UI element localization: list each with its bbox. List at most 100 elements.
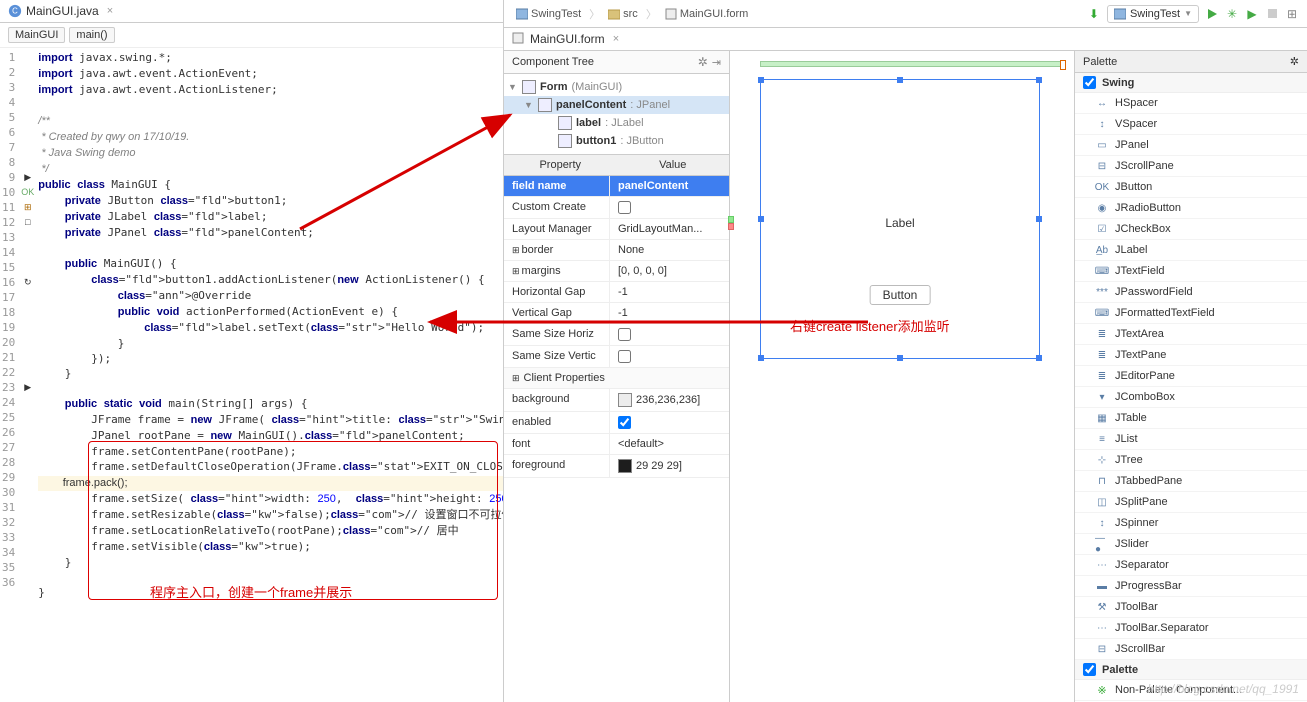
- prop-checkbox[interactable]: [618, 201, 631, 214]
- palette-item[interactable]: ▭ JPanel: [1075, 135, 1307, 156]
- prop-field-name[interactable]: field namepanelContent: [504, 176, 729, 197]
- form-bounds[interactable]: [760, 61, 1064, 67]
- run-icon[interactable]: [1205, 7, 1219, 21]
- slider-icon: —●: [1095, 537, 1109, 551]
- tree-row[interactable]: button1 : JButton: [504, 132, 729, 150]
- palette-item[interactable]: ⊟ JScrollBar: [1075, 639, 1307, 660]
- palette-group-palette[interactable]: Palette: [1075, 660, 1307, 680]
- crumb-src[interactable]: src: [604, 7, 642, 21]
- palette-item[interactable]: ☑ JCheckBox: [1075, 219, 1307, 240]
- palette-item[interactable]: ▦ JTable: [1075, 408, 1307, 429]
- palette-item[interactable]: ⌨ JTextField: [1075, 261, 1307, 282]
- text-icon: ⌨: [1095, 306, 1109, 320]
- close-icon[interactable]: ×: [613, 33, 619, 45]
- crumb-file[interactable]: MainGUI.form: [661, 7, 752, 21]
- chevron-icon[interactable]: ▼: [524, 100, 534, 110]
- code-area[interactable]: import javax.swing.*; import java.awt.ev…: [34, 48, 503, 702]
- design-button[interactable]: Button: [870, 285, 931, 305]
- tree-row[interactable]: label : JLabel: [504, 114, 729, 132]
- list-icon: ≡: [1095, 432, 1109, 446]
- structure-icon[interactable]: ⊞: [1285, 7, 1299, 21]
- prop-row[interactable]: Custom Create: [504, 197, 729, 219]
- form-canvas[interactable]: Label Button 右键create listener添加监听: [730, 51, 1075, 702]
- breadcrumb-class[interactable]: MainGUI: [8, 27, 65, 43]
- palette-item[interactable]: ▬ JProgressBar: [1075, 576, 1307, 597]
- palette-item[interactable]: ↕ JSpinner: [1075, 513, 1307, 534]
- properties-table[interactable]: Property Value field namepanelContentCus…: [504, 154, 729, 702]
- tree-row[interactable]: ▼ panelContent : JPanel: [504, 96, 729, 114]
- palette-item[interactable]: ⊓ JTabbedPane: [1075, 471, 1307, 492]
- resize-handle[interactable]: [1060, 60, 1066, 70]
- check-icon: ☑: [1095, 222, 1109, 236]
- swing-group-check[interactable]: [1083, 76, 1096, 89]
- crumb-project[interactable]: SwingTest: [512, 7, 585, 21]
- prop-row[interactable]: Layout ManagerGridLayoutMan...: [504, 219, 729, 240]
- line-gutter: 1 2 3 4 5 6 7 8 9 10 11 12 13 14 15 16 1…: [0, 48, 21, 702]
- prop-row[interactable]: Same Size Vertic: [504, 346, 729, 368]
- palette-item[interactable]: OK JButton: [1075, 177, 1307, 198]
- prop-row[interactable]: ⊞borderNone: [504, 240, 729, 261]
- palette-item[interactable]: ⚒ JToolBar: [1075, 597, 1307, 618]
- editor-tab-label: MainGUI.java: [26, 4, 99, 18]
- tree-icon: ⊹: [1095, 453, 1109, 467]
- palette-item[interactable]: ↔ HSpacer: [1075, 93, 1307, 114]
- component-tree[interactable]: ▼ Form (MainGUI) ▼ panelContent : JPanel…: [504, 74, 729, 154]
- breadcrumb-method[interactable]: main(): [69, 27, 114, 43]
- table-icon: ▦: [1095, 411, 1109, 425]
- stop-icon[interactable]: [1265, 7, 1279, 21]
- palette-item[interactable]: ⊹ JTree: [1075, 450, 1307, 471]
- prop-row[interactable]: Vertical Gap-1: [504, 303, 729, 324]
- prop-checkbox[interactable]: [618, 328, 631, 341]
- palette-item[interactable]: ≡ JList: [1075, 429, 1307, 450]
- palette-item[interactable]: A̲b JLabel: [1075, 240, 1307, 261]
- prop-row[interactable]: background236,236,236]: [504, 389, 729, 412]
- prop-row[interactable]: font<default>: [504, 434, 729, 455]
- gear-icon[interactable]: ✲: [1290, 55, 1299, 68]
- prop-group[interactable]: ⊞ Client Properties: [504, 368, 729, 389]
- palette-item[interactable]: ⊟ JScrollPane: [1075, 156, 1307, 177]
- tree-row[interactable]: ▼ Form (MainGUI): [504, 78, 729, 96]
- coverage-icon[interactable]: ▶: [1245, 7, 1259, 21]
- prop-row[interactable]: Same Size Horiz: [504, 324, 729, 346]
- debug-icon[interactable]: ✳: [1225, 7, 1239, 21]
- palette-item[interactable]: ↕ VSpacer: [1075, 114, 1307, 135]
- button-icon: [558, 134, 572, 148]
- prop-row[interactable]: Horizontal Gap-1: [504, 282, 729, 303]
- code-editor-pane: C MainGUI.java × MainGUI main() 1 2 3 4 …: [0, 0, 504, 702]
- palette-item[interactable]: ≣ JEditorPane: [1075, 366, 1307, 387]
- palette-item[interactable]: ⋯ JToolBar.Separator: [1075, 618, 1307, 639]
- prop-row[interactable]: enabled: [504, 412, 729, 434]
- palette-item[interactable]: ▾ JComboBox: [1075, 387, 1307, 408]
- palette-item[interactable]: ≣ JTextArea: [1075, 324, 1307, 345]
- prop-row[interactable]: ⊞margins[0, 0, 0, 0]: [504, 261, 729, 282]
- gear-icon[interactable]: ✲: [698, 55, 708, 69]
- combo-icon: ▾: [1095, 390, 1109, 404]
- code-editor[interactable]: 1 2 3 4 5 6 7 8 9 10 11 12 13 14 15 16 1…: [0, 48, 503, 702]
- palette-item[interactable]: ⌨ JFormattedTextField: [1075, 303, 1307, 324]
- editor-tab[interactable]: C MainGUI.java ×: [0, 0, 503, 23]
- palette-item[interactable]: —● JSlider: [1075, 534, 1307, 555]
- palette-header: Palette ✲: [1075, 51, 1307, 73]
- form-designer-pane: SwingTest 〉 src 〉 MainGUI.form ⬇ SwingTe…: [504, 0, 1307, 702]
- sep-icon: ⋯: [1095, 558, 1109, 572]
- prop-checkbox[interactable]: [618, 350, 631, 363]
- palette-group-check[interactable]: [1083, 663, 1096, 676]
- form-tab[interactable]: MainGUI.form ×: [504, 28, 1307, 51]
- prop-checkbox[interactable]: [618, 416, 631, 429]
- marker-gutter: ▶OK⊞□↻▶: [21, 48, 34, 702]
- chevron-icon[interactable]: ▼: [508, 82, 518, 92]
- palette-item[interactable]: *** JPasswordField: [1075, 282, 1307, 303]
- palette-item[interactable]: ◉ JRadioButton: [1075, 198, 1307, 219]
- palette-item[interactable]: ◫ JSplitPane: [1075, 492, 1307, 513]
- design-label[interactable]: Label: [885, 216, 914, 230]
- palette-item[interactable]: ⋯ JSeparator: [1075, 555, 1307, 576]
- palette-item[interactable]: ≣ JTextPane: [1075, 345, 1307, 366]
- make-icon[interactable]: ⬇: [1087, 7, 1101, 21]
- form-icon: [665, 8, 677, 20]
- pwd-icon: ***: [1095, 285, 1109, 299]
- palette-group-swing[interactable]: Swing: [1075, 73, 1307, 93]
- close-icon[interactable]: ×: [107, 5, 113, 17]
- prop-row[interactable]: foreground29 29 29]: [504, 455, 729, 478]
- collapse-icon[interactable]: ⇥: [712, 56, 721, 69]
- run-configuration[interactable]: SwingTest ▼: [1107, 5, 1199, 23]
